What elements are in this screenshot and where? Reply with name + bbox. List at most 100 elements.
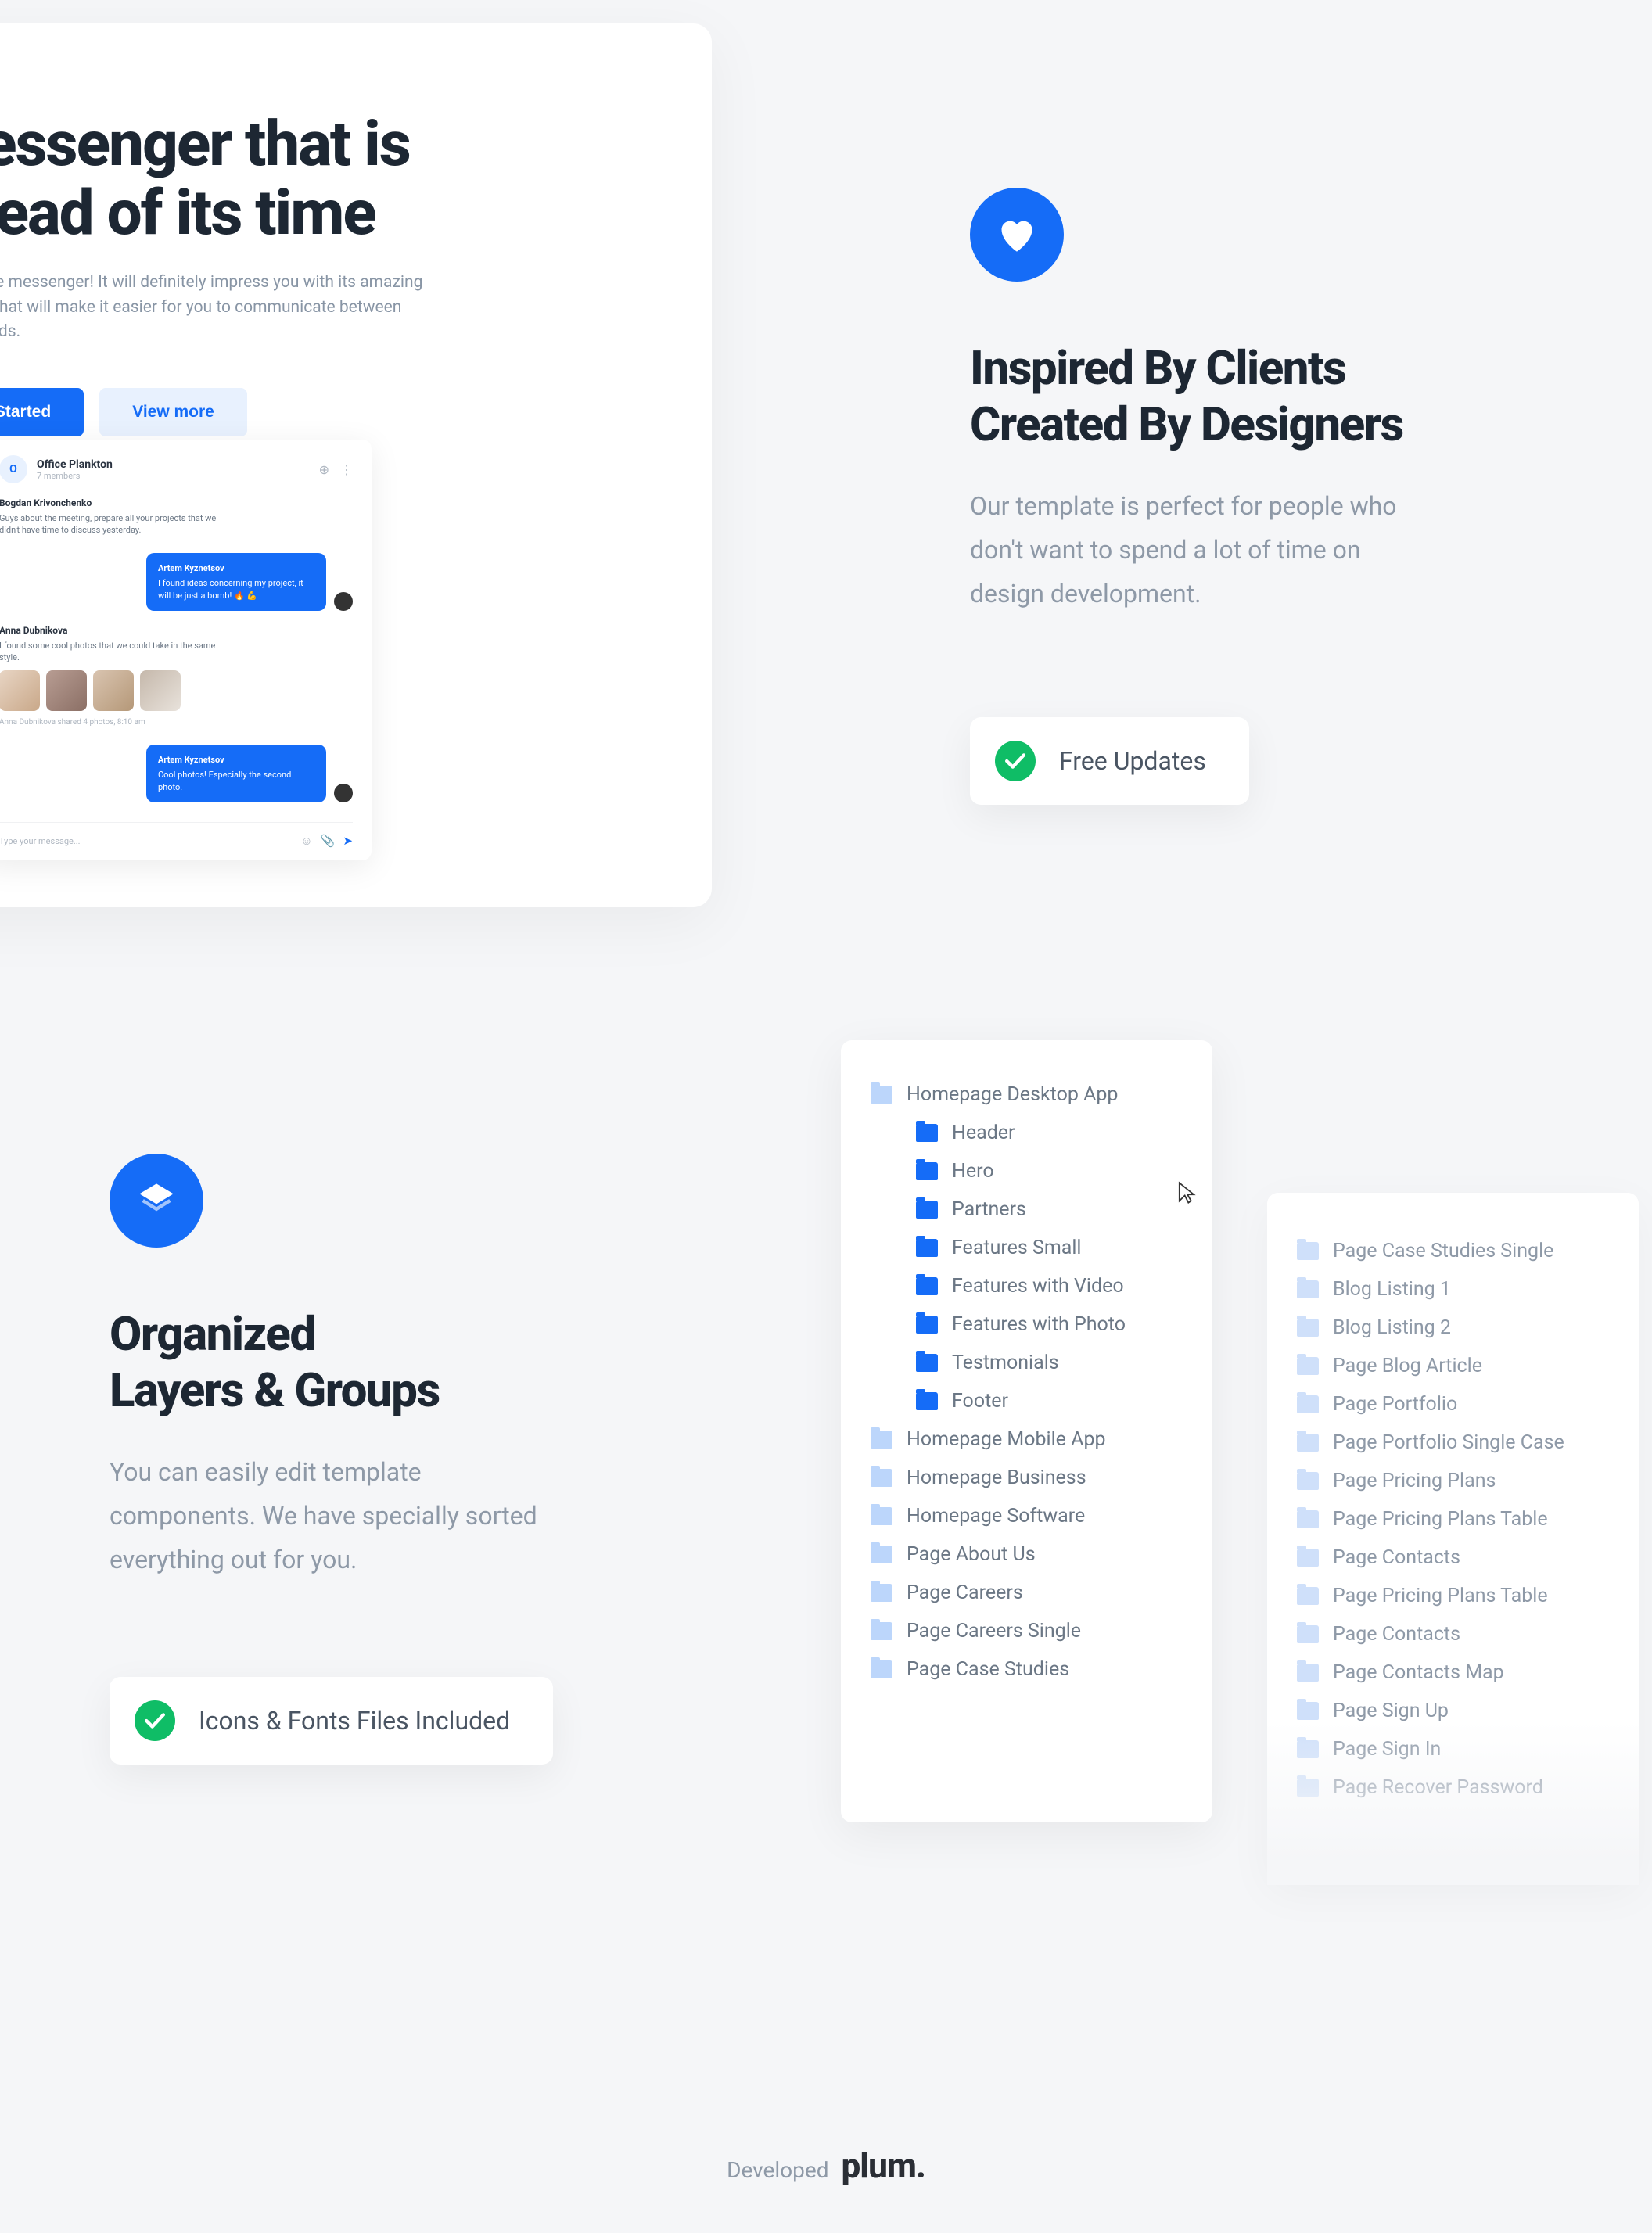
inspired-title: Inspired By Clients Created By Designers xyxy=(970,340,1533,453)
cursor-icon xyxy=(1177,1181,1196,1210)
organized-desc: You can easily edit template components.… xyxy=(110,1450,548,1581)
layer-item[interactable]: Page Contacts xyxy=(1297,1615,1609,1653)
layer-item[interactable]: Page Pricing Plans Table xyxy=(1297,1577,1609,1615)
add-user-icon[interactable]: ⊕ xyxy=(319,462,329,477)
send-icon[interactable]: ➤ xyxy=(343,834,353,848)
layer-item[interactable]: Page Pricing Plans Table xyxy=(1297,1500,1609,1538)
layers-tree-card-1: Homepage Desktop App Header HeroPartners Fe… xyxy=(841,1040,1212,1822)
layer-item[interactable]: Blog Listing 1 xyxy=(1297,1270,1609,1309)
folder-icon xyxy=(871,1622,892,1640)
folder-icon xyxy=(871,1546,892,1563)
get-started-button[interactable]: Get Started xyxy=(0,388,84,436)
layer-label: Footer xyxy=(952,1390,1008,1413)
layer-item[interactable]: Homepage Mobile App xyxy=(871,1420,1183,1459)
layer-item[interactable]: Footer xyxy=(871,1382,1183,1420)
layer-item[interactable]: Hero xyxy=(871,1152,1183,1190)
layer-item[interactable]: Page Case Studies Single xyxy=(1297,1232,1609,1270)
folder-icon xyxy=(871,1469,892,1487)
layer-label: Homepage Business xyxy=(907,1467,1086,1489)
folder-icon xyxy=(1297,1549,1319,1567)
layer-item[interactable]: Page Contacts Map xyxy=(1297,1653,1609,1692)
layer-label: Blog Listing 1 xyxy=(1333,1278,1451,1301)
layer-label: Header xyxy=(952,1122,1015,1144)
layer-label: Page Portfolio xyxy=(1333,1393,1457,1416)
layer-label: Page Portfolio Single Case xyxy=(1333,1431,1564,1454)
decorative-blob xyxy=(375,516,610,829)
chat-room-members: 7 members xyxy=(37,471,113,481)
chat-room-name: Office Plankton xyxy=(37,458,113,471)
fade-overlay xyxy=(1267,1721,1639,1885)
layer-item[interactable]: Homepage Software xyxy=(871,1497,1183,1535)
layer-item[interactable]: Features with Photo xyxy=(871,1305,1183,1344)
more-icon[interactable]: ⋮ xyxy=(340,462,353,477)
layer-label: Page Pricing Plans Table xyxy=(1333,1508,1548,1531)
inspired-desc: Our template is perfect for people who d… xyxy=(970,484,1408,616)
organized-title: Organized Layers & Groups xyxy=(110,1306,594,1419)
folder-icon xyxy=(1297,1280,1319,1298)
folder-icon xyxy=(1297,1587,1319,1605)
layer-item[interactable]: Page Pricing Plans xyxy=(1297,1462,1609,1500)
folder-icon xyxy=(1297,1510,1319,1528)
layer-label: Page Careers Single xyxy=(907,1620,1081,1642)
hero-description: Innovative messenger! It will definitely… xyxy=(0,271,430,345)
layer-label: Features with Photo xyxy=(952,1313,1126,1336)
chat-main-panel: O Office Plankton 7 members ⊕ ⋮ Bogdan K… xyxy=(0,440,372,860)
layer-item[interactable]: Page Portfolio xyxy=(1297,1385,1609,1423)
msg-text: Guys about the meeting, prepare all your… xyxy=(0,512,218,537)
msg-avatar xyxy=(334,784,353,802)
layer-item[interactable]: Homepage Desktop App xyxy=(871,1075,1183,1114)
layer-label: Blog Listing 2 xyxy=(1333,1316,1451,1339)
layer-label: Page Case Studies Single xyxy=(1333,1240,1553,1262)
layer-label: Features Small xyxy=(952,1237,1082,1259)
free-updates-badge: Free Updates xyxy=(970,717,1249,805)
layer-label: Homepage Mobile App xyxy=(907,1428,1106,1451)
section-organized: Organized Layers & Groups You can easily… xyxy=(110,1154,594,1765)
layer-label: Features with Video xyxy=(952,1275,1124,1298)
layer-item[interactable]: Page Careers Single xyxy=(871,1612,1183,1650)
msg-blue-bubble: Artem Kyznetsov Cool photos! Especially … xyxy=(146,745,326,802)
hero-title: Messenger that is ahead of its time xyxy=(0,109,641,247)
layer-item[interactable]: Page Careers xyxy=(871,1574,1183,1612)
layer-item[interactable]: Partners xyxy=(871,1190,1183,1229)
layer-item[interactable]: Page About Us xyxy=(871,1535,1183,1574)
msg-text: I found some cool photos that we could t… xyxy=(0,640,218,664)
attach-icon[interactable]: 📎 xyxy=(321,834,336,848)
folder-icon xyxy=(916,1239,938,1257)
layer-label: Page Contacts xyxy=(1333,1623,1460,1646)
layer-item[interactable]: Features with Video xyxy=(871,1267,1183,1305)
heart-icon xyxy=(970,188,1064,282)
layer-item[interactable]: Blog Listing 2 xyxy=(1297,1309,1609,1347)
layer-label: Page Blog Article xyxy=(1333,1355,1482,1377)
folder-icon xyxy=(1297,1664,1319,1682)
layer-label: Page Careers xyxy=(907,1581,1023,1604)
msg-blue-bubble: Artem Kyznetsov I found ideas concerning… xyxy=(146,553,326,611)
folder-icon xyxy=(871,1660,892,1678)
msg-photos xyxy=(0,670,353,711)
check-icon xyxy=(135,1700,175,1741)
layer-item[interactable]: Header xyxy=(871,1114,1183,1152)
layer-item[interactable]: Testmonials xyxy=(871,1344,1183,1382)
layer-label: Page Case Studies xyxy=(907,1658,1069,1681)
layer-label: Page Contacts Map xyxy=(1333,1661,1504,1684)
layer-item[interactable]: Homepage Business xyxy=(871,1459,1183,1497)
chat-input[interactable]: Type your message... ☺ 📎 ➤ xyxy=(0,822,353,848)
messenger-hero-card: Messenger that is ahead of its time Inno… xyxy=(0,23,712,907)
folder-icon xyxy=(916,1201,938,1219)
view-more-button[interactable]: View more xyxy=(99,388,247,436)
emoji-icon[interactable]: ☺ xyxy=(300,834,312,848)
folder-icon xyxy=(916,1392,938,1410)
folder-icon xyxy=(1297,1434,1319,1452)
layer-label: Page Contacts xyxy=(1333,1546,1460,1569)
folder-icon xyxy=(1297,1395,1319,1413)
layer-item[interactable]: Page Portfolio Single Case xyxy=(1297,1423,1609,1462)
layer-label: Page Sign Up xyxy=(1333,1700,1449,1722)
layer-item[interactable]: Page Blog Article xyxy=(1297,1347,1609,1385)
layer-item[interactable]: Page Case Studies xyxy=(871,1650,1183,1689)
layer-item[interactable]: Page Contacts xyxy=(1297,1538,1609,1577)
layer-item[interactable]: Features Small xyxy=(871,1229,1183,1267)
folder-icon xyxy=(1297,1625,1319,1643)
layer-label: Homepage Software xyxy=(907,1505,1085,1528)
folder-icon xyxy=(916,1316,938,1334)
footer-credit: Developed plum. xyxy=(727,2145,925,2186)
layer-label: Page Pricing Plans xyxy=(1333,1470,1496,1492)
